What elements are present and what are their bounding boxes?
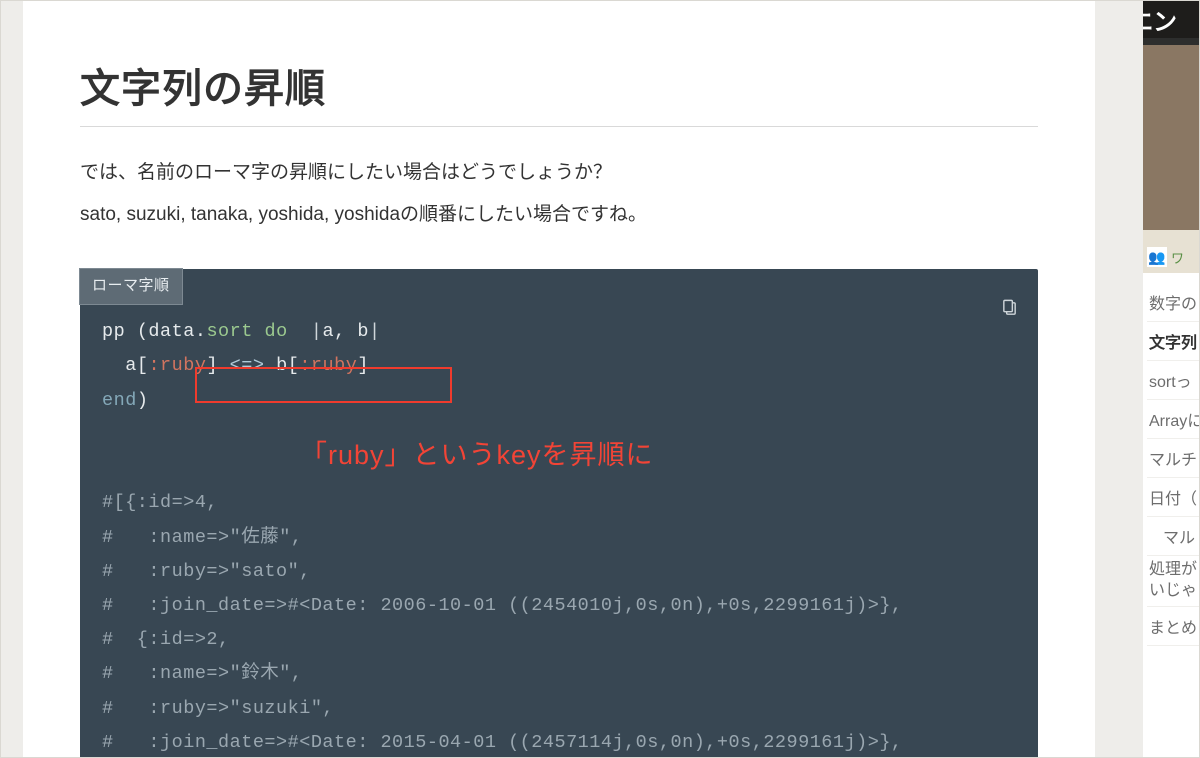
- copy-code-button[interactable]: [1001, 299, 1018, 318]
- toc-item-0[interactable]: 数字の: [1147, 283, 1200, 322]
- toc-item-1[interactable]: 文字列: [1147, 322, 1200, 361]
- title-divider: [80, 126, 1038, 127]
- toc-item-3[interactable]: Arrayに: [1147, 400, 1200, 439]
- people-icon: 👥: [1147, 247, 1167, 267]
- page-title: 文字列の昇順: [80, 56, 1038, 114]
- sidebar-ad[interactable]: エン 恐 👥 ワ: [1143, 0, 1200, 273]
- ad-footer-text: ワ: [1171, 248, 1184, 267]
- toc-item-8[interactable]: まとめ: [1147, 607, 1200, 646]
- paragraph-2: sato, suzuki, tanaka, yoshida, yoshidaの順…: [80, 197, 1038, 233]
- copy-icon: [1001, 299, 1018, 318]
- code-block-label: ローマ字順: [79, 268, 183, 305]
- paragraph-1: では、名前のローマ字の昇順にしたい場合はどうでしょうか？: [80, 155, 1038, 191]
- table-of-contents: 数字の文字列sortっArrayにマルチ日付（マル処理がいじゃまとめ: [1143, 273, 1200, 646]
- toc-item-2[interactable]: sortっ: [1147, 361, 1200, 400]
- code-block-roman-order: ローマ字順 「ruby」というkeyを昇順に pp (data.sort do …: [80, 269, 1038, 758]
- ad-title: エン: [1143, 2, 1177, 37]
- sidebar: エン 恐 👥 ワ 数字の文字列sortっArrayにマルチ日付（マル処理がいじゃ…: [1143, 0, 1200, 758]
- toc-item-7[interactable]: 処理がいじゃ: [1147, 556, 1200, 607]
- toc-item-5[interactable]: 日付（: [1147, 478, 1200, 517]
- toc-item-4[interactable]: マルチ: [1147, 439, 1200, 478]
- code-content: pp (data.sort do |a, b| a[:ruby] <=> b[:…: [102, 315, 1016, 758]
- toc-item-6[interactable]: マル: [1147, 517, 1200, 556]
- article-body: 文字列の昇順 では、名前のローマ字の昇順にしたい場合はどうでしょうか？ sato…: [23, 0, 1095, 758]
